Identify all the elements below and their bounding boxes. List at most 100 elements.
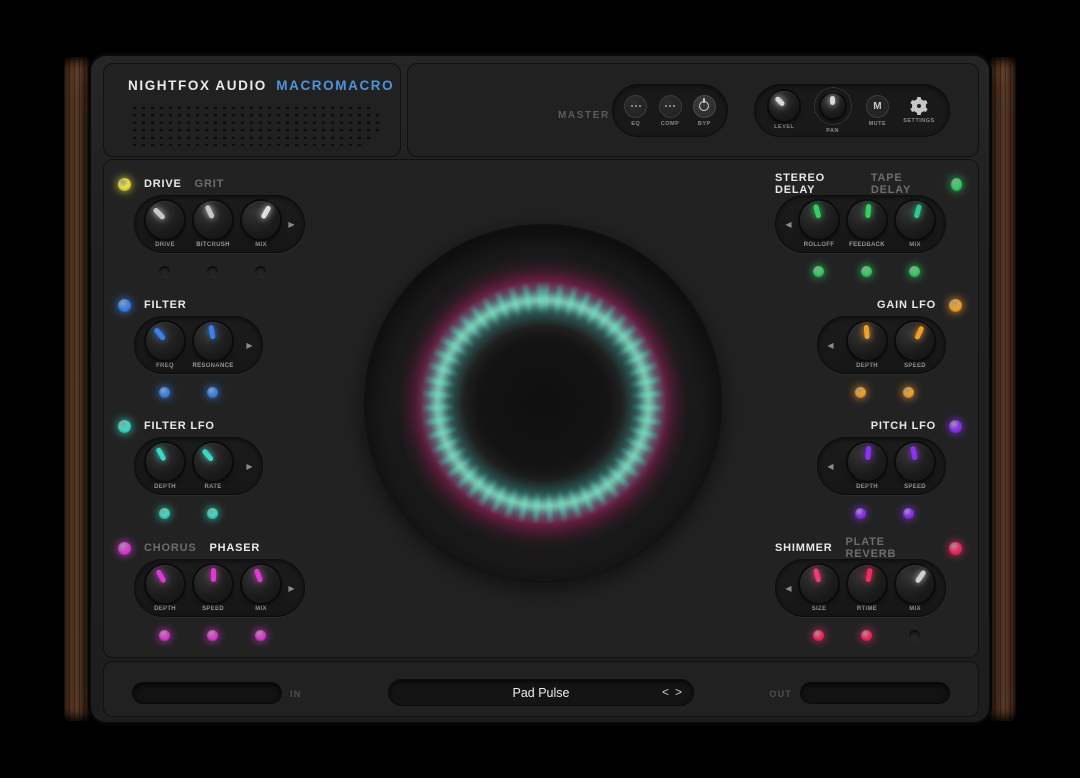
knob-label: SIZE — [812, 606, 827, 612]
drive-power-led[interactable] — [118, 178, 131, 191]
expand-right-icon[interactable] — [243, 341, 256, 350]
feedback-knob[interactable] — [848, 201, 886, 239]
knob-label: MIX — [909, 606, 921, 612]
knob-pointer — [865, 445, 871, 459]
gain-lfo-pill: DEPTH SPEED — [817, 316, 946, 374]
chorus-power-led[interactable] — [118, 542, 131, 555]
filter-lfo-depth-knob[interactable] — [146, 443, 184, 481]
stereo-delay-pill: ROLLOFF FEEDBACK MIX — [775, 195, 946, 253]
chorus-mix-knob[interactable] — [242, 565, 280, 603]
expand-left-icon[interactable] — [824, 462, 837, 471]
pitch-lfo-depth-knob[interactable] — [848, 443, 886, 481]
reverb-mix-knob[interactable] — [896, 565, 934, 603]
tab-pitch-lfo[interactable]: PITCH LFO — [871, 420, 936, 432]
status-led[interactable] — [207, 508, 218, 519]
bypass-button[interactable]: BYP — [693, 95, 716, 127]
expand-right-icon[interactable] — [243, 462, 256, 471]
chorus-pill: DEPTH SPEED MIX — [134, 559, 305, 617]
pitch-lfo-speed-knob[interactable] — [896, 443, 934, 481]
comp-button[interactable]: COMP — [659, 95, 682, 127]
expand-right-icon[interactable] — [285, 220, 298, 229]
resonance-knob[interactable] — [194, 322, 232, 360]
delay-mix-knob[interactable] — [896, 201, 934, 239]
filter-power-led[interactable] — [118, 299, 131, 312]
rtime-knob[interactable] — [848, 565, 886, 603]
knob-group: BITCRUSH — [189, 201, 237, 248]
filter-lfo-rate-knob[interactable] — [194, 443, 232, 481]
tab-filter-lfo[interactable]: FILTER LFO — [144, 420, 215, 432]
tab-drive[interactable]: DRIVE — [144, 178, 182, 190]
pan-control: PAN — [814, 87, 852, 134]
pan-tick-ring — [814, 87, 852, 125]
status-led[interactable] — [159, 630, 170, 641]
preset-prev-icon[interactable]: < — [662, 685, 669, 699]
chorus-depth-knob[interactable] — [146, 565, 184, 603]
gain-lfo-speed-knob[interactable] — [896, 322, 934, 360]
status-led[interactable] — [255, 630, 266, 641]
status-led[interactable] — [903, 387, 914, 398]
status-led[interactable] — [861, 266, 872, 277]
level-knob[interactable] — [769, 91, 799, 121]
drive-mix-knob[interactable] — [242, 201, 280, 239]
filter-lfo-power-led[interactable] — [118, 420, 131, 433]
status-led[interactable] — [855, 387, 866, 398]
status-led[interactable] — [207, 630, 218, 641]
status-led[interactable] — [159, 387, 170, 398]
tab-filter[interactable]: FILTER — [144, 299, 186, 311]
freq-knob[interactable] — [146, 322, 184, 360]
status-led[interactable] — [159, 266, 170, 277]
gain-lfo-depth-knob[interactable] — [848, 322, 886, 360]
filter-led-row — [134, 387, 263, 398]
filter-lfo-led-row — [134, 508, 263, 519]
tab-phaser[interactable]: PHASER — [209, 542, 260, 554]
gain-lfo-power-led[interactable] — [949, 299, 962, 312]
preset-selector[interactable]: Pad Pulse < > — [388, 679, 694, 706]
eq-button[interactable]: EQ — [624, 95, 647, 127]
tab-chorus[interactable]: CHORUS — [144, 542, 196, 554]
expand-right-icon[interactable] — [285, 584, 298, 593]
knob-pointer — [155, 446, 166, 461]
tab-tape-delay[interactable]: TAPE DELAY — [871, 172, 938, 196]
reverb-size-knob[interactable] — [800, 565, 838, 603]
status-led[interactable] — [207, 266, 218, 277]
pitch-lfo-pill: DEPTH SPEED — [817, 437, 946, 495]
rolloff-knob[interactable] — [800, 201, 838, 239]
status-led[interactable] — [255, 266, 266, 277]
tab-stereo-delay[interactable]: STEREO DELAY — [775, 172, 858, 196]
comp-icon — [659, 95, 682, 118]
status-led[interactable] — [909, 630, 920, 641]
status-led[interactable] — [855, 508, 866, 519]
pitch-lfo-power-led[interactable] — [949, 420, 962, 433]
pan-knob[interactable] — [821, 94, 845, 118]
bitcrush-knob[interactable] — [194, 201, 232, 239]
preset-next-icon[interactable]: > — [675, 685, 682, 699]
knob-label: SPEED — [904, 484, 926, 490]
status-led[interactable] — [909, 266, 920, 277]
knob-group: MIX — [237, 201, 285, 248]
stereo-delay-power-led[interactable] — [951, 178, 962, 191]
knob-label: MIX — [255, 242, 267, 248]
status-led[interactable] — [813, 266, 824, 277]
tab-grit[interactable]: GRIT — [195, 178, 224, 190]
shimmer-power-led[interactable] — [949, 542, 962, 555]
status-led[interactable] — [861, 630, 872, 641]
mute-button[interactable]: M — [866, 95, 889, 118]
expand-left-icon[interactable] — [824, 341, 837, 350]
expand-left-icon[interactable] — [782, 220, 795, 229]
gear-icon[interactable] — [910, 97, 928, 115]
expand-left-icon[interactable] — [782, 584, 795, 593]
tab-shimmer[interactable]: SHIMMER — [775, 542, 833, 554]
status-led[interactable] — [207, 387, 218, 398]
tab-plate-reverb[interactable]: PLATE REVERB — [846, 536, 937, 560]
preset-name: Pad Pulse — [389, 686, 693, 700]
tab-gain-lfo[interactable]: GAIN LFO — [877, 299, 936, 311]
status-led[interactable] — [159, 508, 170, 519]
knob-label: MIX — [909, 242, 921, 248]
chorus-speed-knob[interactable] — [194, 565, 232, 603]
status-led[interactable] — [813, 630, 824, 641]
status-led[interactable] — [903, 508, 914, 519]
knob-group: MIX — [891, 201, 939, 248]
knob-pointer — [865, 567, 872, 582]
shimmer-led-row — [775, 630, 946, 641]
drive-knob[interactable] — [146, 201, 184, 239]
